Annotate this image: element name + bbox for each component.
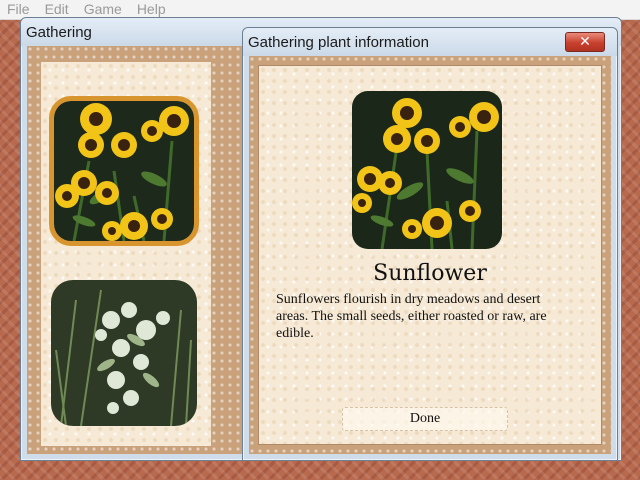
gathering-window-title: Gathering (26, 23, 92, 41)
info-dialog-title: Gathering plant information (248, 33, 429, 51)
white-flower-photo (51, 280, 197, 426)
plant-description: Sunflowers flourish in dry meadows and d… (276, 292, 547, 341)
sunflower-image (352, 91, 502, 249)
done-button-label: Done (409, 411, 441, 426)
done-button[interactable]: Done (342, 407, 508, 431)
plant-name-heading: Sunflower (373, 261, 487, 286)
plant-info-dialog: Gathering plant information ✕ Sunflower … (242, 27, 618, 461)
sunflower-photo-small (54, 101, 194, 241)
sunflower-thumbnail[interactable] (49, 96, 199, 246)
close-button[interactable]: ✕ (565, 32, 605, 52)
info-panel: Sunflower Sunflowers flourish in dry mea… (258, 65, 602, 445)
info-client: Sunflower Sunflowers flourish in dry mea… (249, 56, 611, 454)
info-title-bar[interactable]: Gathering plant information ✕ (243, 28, 617, 56)
white-flower-thumbnail[interactable] (51, 280, 197, 426)
sunflower-photo-large (352, 91, 502, 249)
close-icon: ✕ (579, 34, 591, 50)
